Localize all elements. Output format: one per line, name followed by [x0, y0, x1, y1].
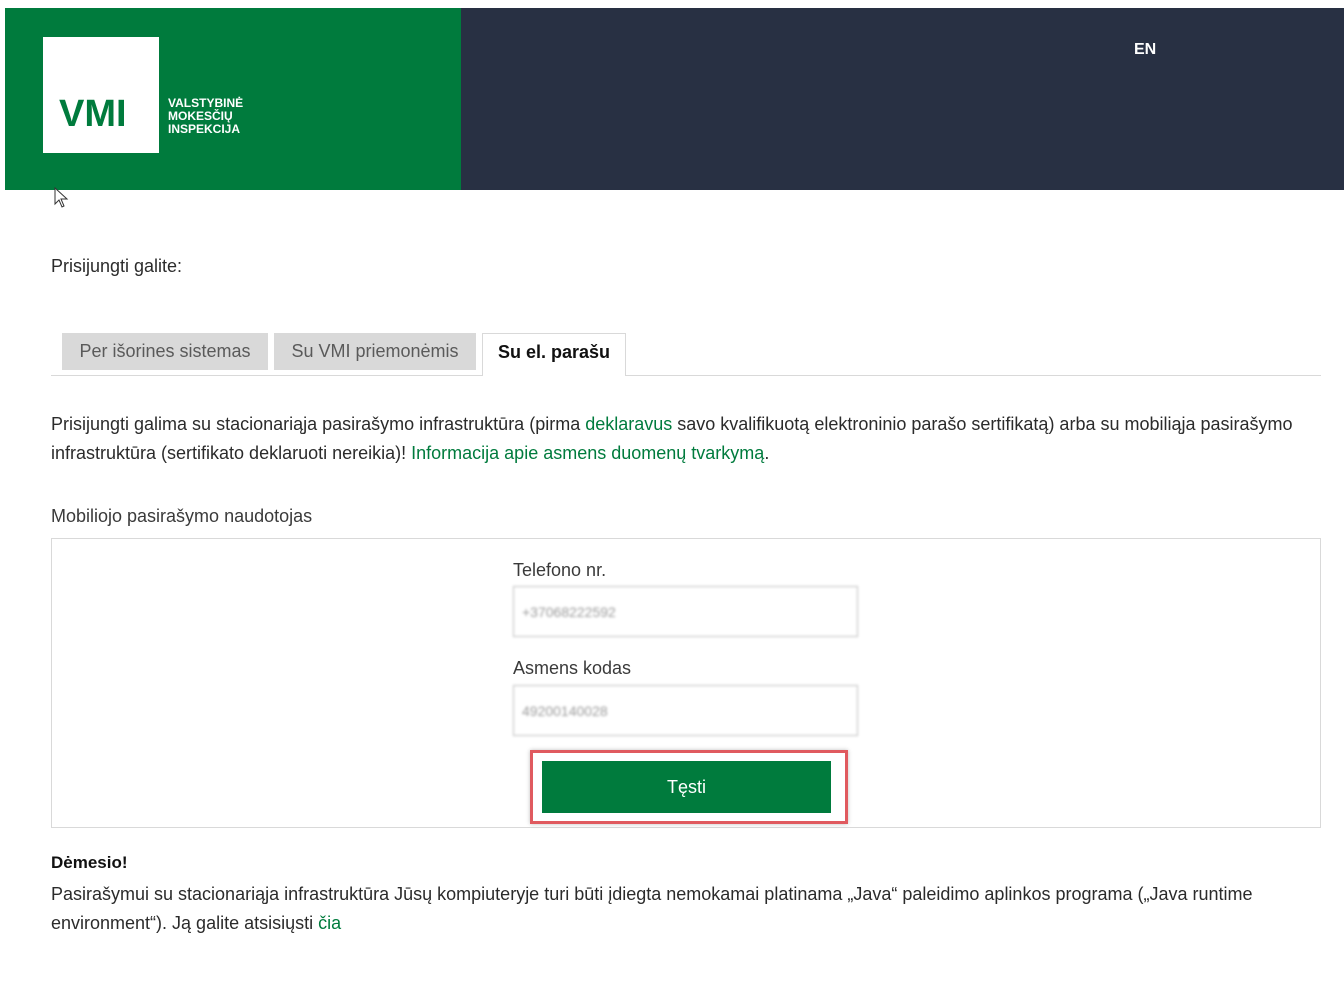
mouse-cursor-icon: [54, 187, 69, 208]
notice-text: Pasirašymui su stacionariąja infrastrukt…: [51, 880, 1321, 938]
site-header: VMI VALSTYBINĖ MOKESČIŲ INSPEKCIJA EN: [5, 8, 1344, 190]
mobile-signature-heading: Mobiliojo pasirašymo naudotojas: [51, 506, 313, 526]
tab-e-signature[interactable]: Su el. parašu: [482, 333, 626, 376]
mobile-signature-form: Telefono nr. Asmens kodas Tęsti: [51, 538, 1321, 828]
notice-title: Dėmesio!: [51, 853, 128, 872]
declare-link[interactable]: deklaravus: [585, 414, 672, 434]
tab-vmi-tools[interactable]: Su VMI priemonėmis: [274, 333, 476, 370]
personal-code-label: Asmens kodas: [513, 658, 632, 678]
notice-body: Pasirašymui su stacionariąja infrastrukt…: [51, 884, 1253, 933]
vmi-logo[interactable]: VMI: [43, 37, 159, 153]
language-switch-link[interactable]: EN: [1134, 41, 1156, 59]
tab-external-systems[interactable]: Per išorines sistemas: [62, 333, 268, 370]
description-text: .: [764, 443, 770, 463]
logo-caption: VALSTYBINĖ MOKESČIŲ INSPEKCIJA: [168, 97, 243, 136]
logo-text: VMI: [59, 93, 127, 135]
e-signature-description: Prisijungti galima su stacionariąja pasi…: [51, 410, 1321, 468]
personal-code-input[interactable]: [513, 685, 858, 736]
java-download-link[interactable]: čia: [318, 913, 341, 933]
phone-label: Telefono nr.: [513, 560, 607, 580]
logo-caption-line: INSPEKCIJA: [168, 122, 241, 136]
description-text: Prisijungti galima su stacionariąja pasi…: [51, 414, 586, 434]
brand-area: VMI VALSTYBINĖ MOKESČIŲ INSPEKCIJA: [5, 8, 461, 190]
phone-input[interactable]: [513, 586, 858, 637]
continue-button[interactable]: Tęsti: [542, 761, 831, 813]
header-bar: EN: [461, 8, 1344, 190]
login-method-tabs: Per išorines sistemas Su VMI priemonėmis…: [51, 333, 1321, 376]
login-intro-text: Prisijungti galite:: [51, 256, 183, 276]
personal-data-info-link[interactable]: Informacija apie asmens duomenų tvarkymą: [411, 443, 764, 463]
